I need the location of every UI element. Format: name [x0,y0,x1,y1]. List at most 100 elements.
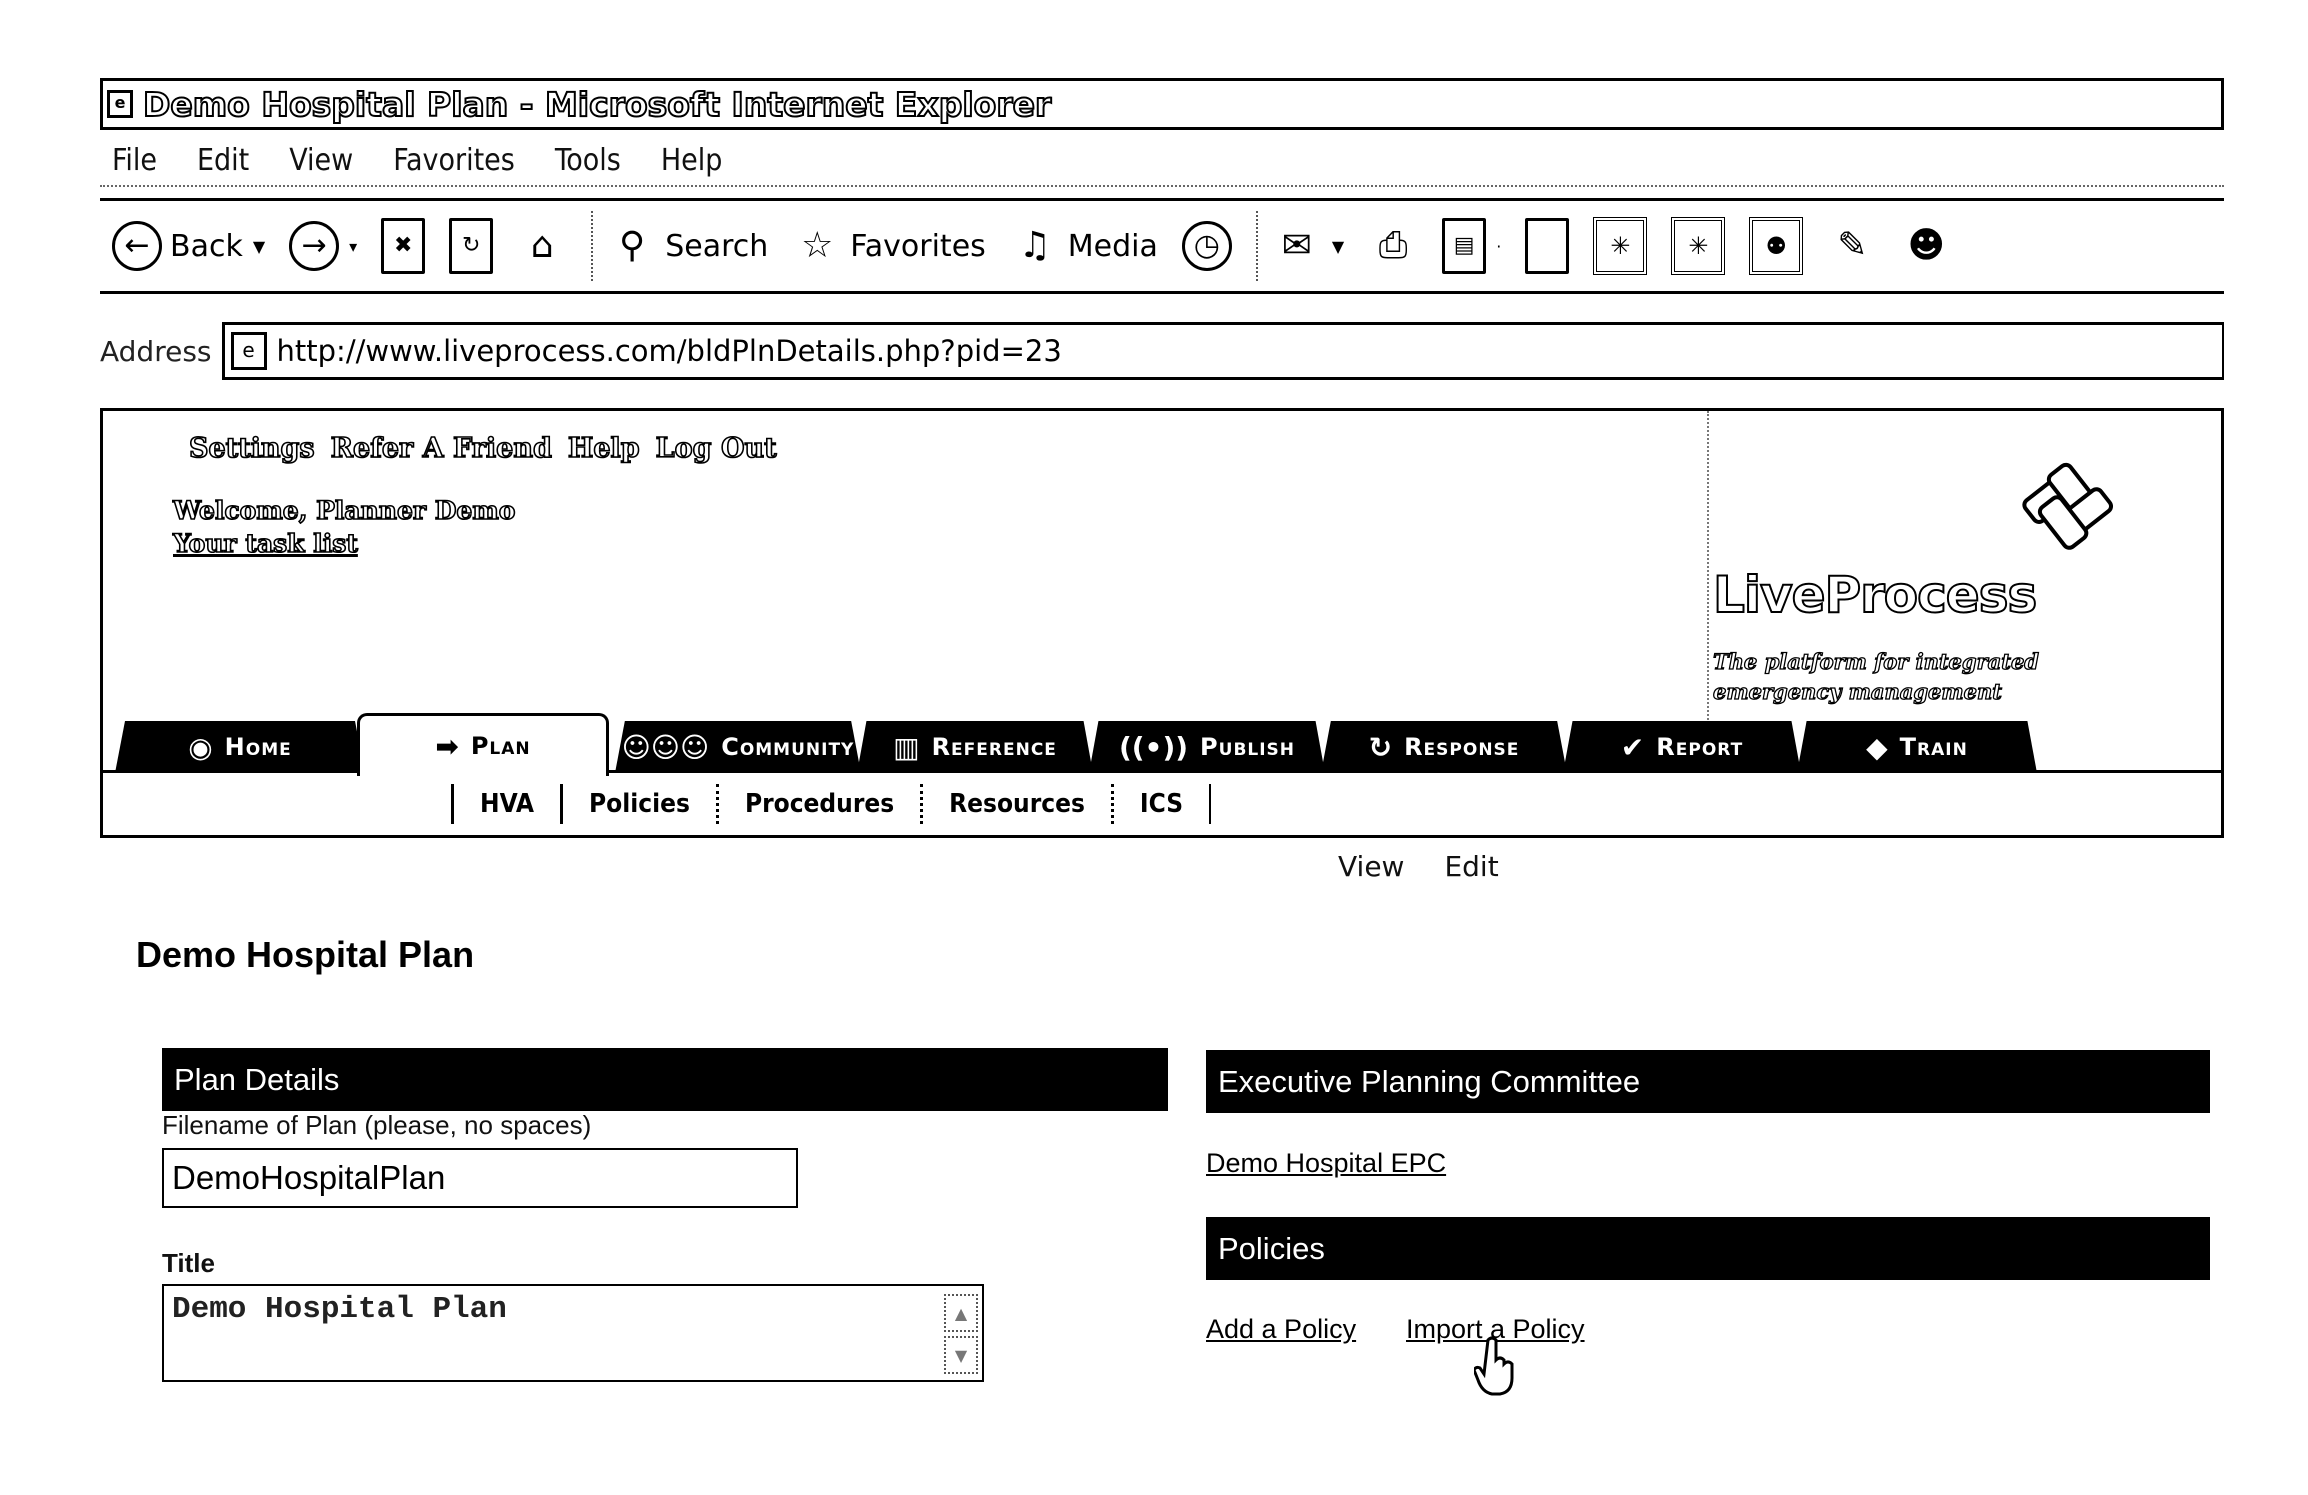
toolbar-separator [591,211,594,281]
plan-details-title: Plan Details [174,1061,340,1097]
refer-a-friend-link[interactable]: Refer A Friend [330,432,553,465]
window-title: Demo Hospital Plan - Microsoft Internet … [142,84,1052,125]
tab-plan[interactable]: ➡ Plan [357,713,609,776]
star-icon: ☆ [801,225,834,266]
policies-header: Policies [1206,1217,2210,1280]
hand-cursor-icon [1474,1336,1514,1396]
magnifier-icon: ⚲ [619,225,646,266]
subnav-separator [560,784,564,824]
tab-train-label: Train [1899,733,1968,761]
stop-icon: ✖ [381,218,426,274]
refresh-icon: ↻ [449,218,494,274]
home-button[interactable]: ⌂ [517,221,567,271]
messenger-button[interactable]: ☻ [1901,221,1951,271]
discuss-button[interactable] [1525,218,1570,274]
tab-community[interactable]: ☺☺☺ Community [615,721,861,773]
tab-train[interactable]: ◆ Train [1797,721,2037,773]
discuss-icon [1525,218,1570,274]
back-button[interactable]: ← Back ▼ [112,221,265,271]
tab-home[interactable]: ◉ Home [115,721,365,773]
filename-input[interactable] [162,1148,798,1208]
tab-report[interactable]: ✔ Report [1563,721,1801,773]
refresh-button[interactable]: ↻ [449,218,494,274]
print-button[interactable]: ⎙ [1368,221,1418,271]
home-target-icon: ◉ [188,730,213,764]
mail-button[interactable]: ✉ ▼ [1272,221,1344,271]
mail-dropdown-icon[interactable]: ▼ [1332,237,1344,256]
upload-icon: ✳ [1671,217,1726,275]
title-textarea-wrap: Demo Hospital Plan ▲ ▼ [162,1284,984,1382]
people-icon: ☺☺☺ [621,730,710,764]
subnav-policies[interactable]: Policies [589,789,690,819]
book-icon: ▥ [893,730,920,764]
logo-text: LiveProcess [1712,565,2038,625]
task-list-link[interactable]: Your task list [172,528,358,559]
epc-link[interactable]: Demo Hospital EPC [1206,1148,1446,1179]
download-icon: ✳ [1593,217,1648,275]
ie-page-icon: e [107,90,133,118]
menu-favorites[interactable]: Favorites [393,143,515,178]
tab-plan-label: Plan [470,732,531,760]
help-link[interactable]: Help [567,432,640,465]
page-title: Demo Hospital Plan [136,934,475,975]
menu-tools[interactable]: Tools [555,143,621,178]
add-policy-link[interactable]: Add a Policy [1206,1314,1356,1345]
logo-tagline: The platform for integrated emergency ma… [1712,648,2039,704]
edit-link[interactable]: Edit [1444,850,1498,883]
edit-page-button[interactable]: ▤ · [1442,218,1501,274]
address-input[interactable]: e http://www.liveprocess.com/bldPlnDetai… [221,322,2224,380]
subnav-separator [715,784,719,824]
logout-link[interactable]: Log Out [655,432,778,465]
extension-button-3[interactable]: ⚉ [1749,217,1804,275]
extension-button-2[interactable]: ✳ [1671,217,1726,275]
history-button[interactable]: ◷ [1181,221,1232,271]
tab-response[interactable]: ↻ Response [1321,721,1567,773]
view-link[interactable]: View [1338,850,1404,883]
menu-help[interactable]: Help [661,143,723,178]
main-nav-tabs: ◉ Home ➡ Plan ☺☺☺ Community ▥ Reference … [103,713,2223,776]
menu-file[interactable]: File [112,143,157,178]
messenger-icon: ☻ [1907,225,1946,266]
logo-mark-icon [2022,462,2114,550]
subnav-separator [1209,784,1212,824]
subnav-resources[interactable]: Resources [949,789,1085,819]
search-label: Search [665,228,769,264]
media-button[interactable]: ♫ Media [1010,221,1158,271]
epc-header: Executive Planning Committee [1206,1050,2210,1113]
plan-subnav: HVA Policies Procedures Resources ICS [103,773,2223,835]
back-dropdown-icon[interactable]: ▼ [253,237,265,256]
forward-dropdown-icon[interactable]: ▾ [349,237,357,256]
media-label: Media [1067,228,1158,264]
extension-button-4[interactable]: ✎ [1827,221,1877,271]
subnav-ics[interactable]: ICS [1140,789,1183,819]
menu-bar: File Edit View Favorites Tools Help [100,135,2224,187]
stop-button[interactable]: ✖ [381,218,426,274]
page-icon: e [230,332,267,370]
forward-button[interactable]: → ▾ [289,221,357,271]
address-url[interactable]: http://www.liveprocess.com/bldPlnDetails… [277,334,1062,368]
scroll-down-icon[interactable]: ▼ [944,1336,978,1374]
subnav-hva[interactable]: HVA [480,789,534,819]
favorites-button[interactable]: ☆ Favorites [792,221,986,271]
tab-community-label: Community [721,733,855,761]
tab-reference[interactable]: ▥ Reference [857,721,1093,773]
search-button[interactable]: ⚲ Search [607,221,768,271]
filename-label: Filename of Plan (please, no spaces) [162,1110,592,1140]
settings-link[interactable]: Settings [188,432,315,465]
title-textarea[interactable]: Demo Hospital Plan [164,1286,982,1380]
menu-edit[interactable]: Edit [197,143,249,178]
graduation-cap-icon: ◆ [1866,730,1888,764]
textarea-scrollbar[interactable]: ▲ ▼ [944,1294,980,1374]
liveprocess-logo: LiveProcess The platform for integrated … [1712,441,2203,741]
address-bar: Address e http://www.liveprocess.com/bld… [100,322,2224,380]
arrow-right-icon: ➡ [435,729,459,763]
tab-publish[interactable]: ((•)) Publish [1089,721,1325,773]
scroll-up-icon[interactable]: ▲ [944,1294,978,1332]
subnav-procedures[interactable]: Procedures [745,789,894,819]
device-icon: ⚉ [1749,217,1804,275]
edit-icon: ▤ [1442,218,1487,274]
extension-button-1[interactable]: ✳ [1593,217,1648,275]
menu-view[interactable]: View [289,143,353,178]
edit-dropdown-icon[interactable]: · [1496,237,1501,256]
plan-details-header: Plan Details [162,1048,1168,1111]
